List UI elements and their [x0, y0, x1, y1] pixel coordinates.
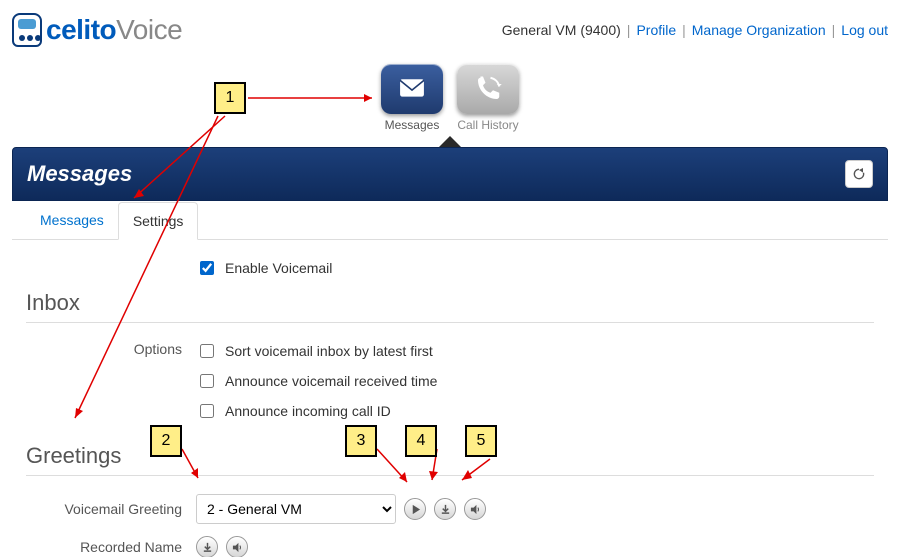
callout-3: 3	[345, 425, 377, 457]
callout-5: 5	[465, 425, 497, 457]
annotation-arrows	[0, 0, 900, 557]
callout-1: 1	[214, 82, 246, 114]
callout-2: 2	[150, 425, 182, 457]
callout-4: 4	[405, 425, 437, 457]
